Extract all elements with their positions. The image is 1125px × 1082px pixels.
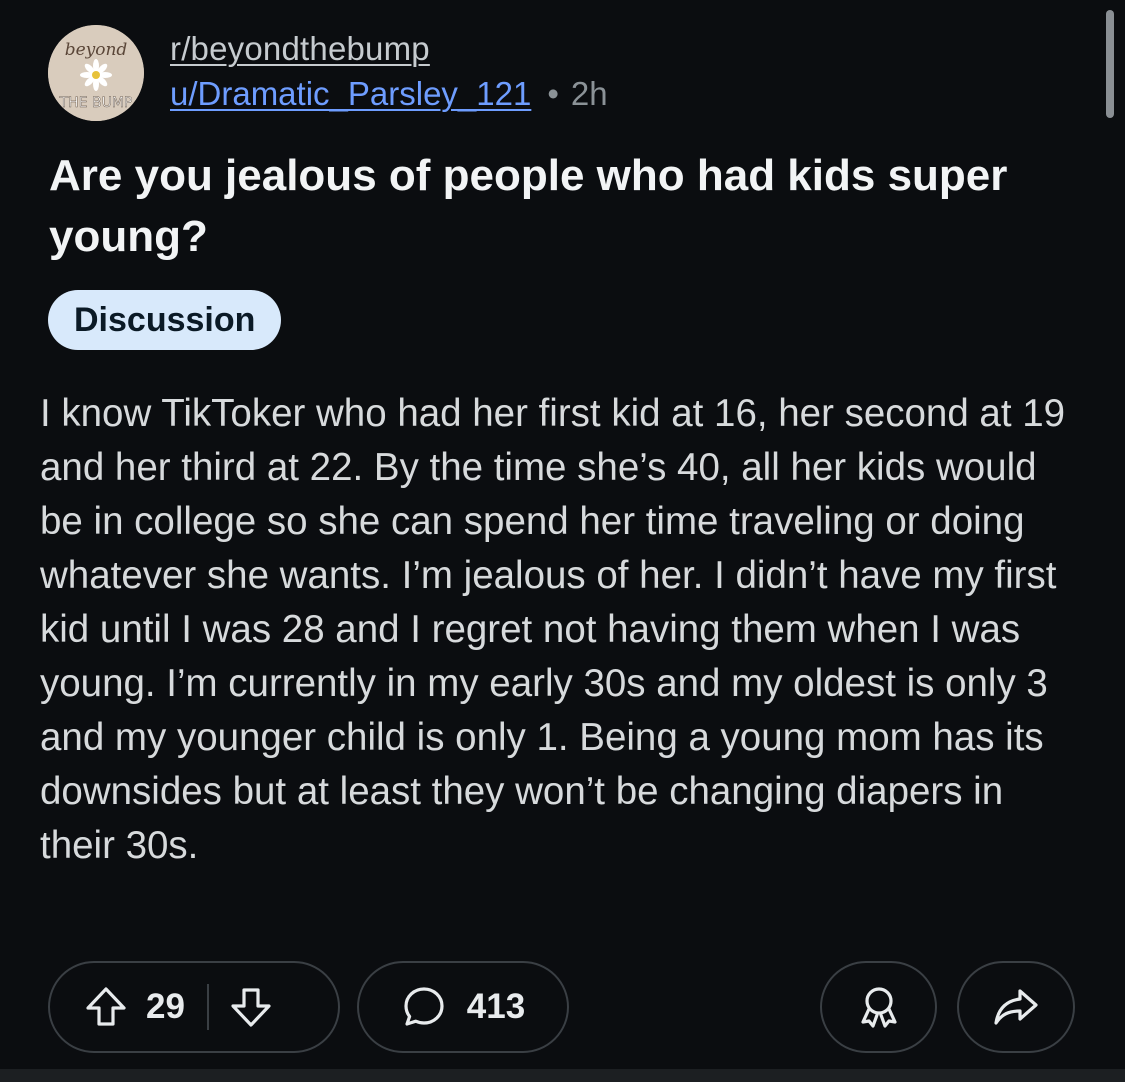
- post-card: beyond THE BUMP r/beyondthebump u/Dramat…: [0, 0, 1125, 1082]
- logo-lettering-bottom: THE BUMP: [59, 95, 133, 111]
- comments-button[interactable]: 413: [357, 961, 569, 1053]
- vote-bar: 29: [48, 961, 340, 1053]
- author-link[interactable]: u/Dramatic_Parsley_121: [170, 75, 531, 113]
- meta-separator: •: [547, 75, 559, 112]
- award-button[interactable]: [820, 961, 937, 1053]
- vote-score: 29: [146, 987, 185, 1026]
- share-arrow-icon: [994, 989, 1038, 1025]
- scrollbar[interactable]: [1106, 10, 1114, 118]
- subreddit-avatar[interactable]: beyond THE BUMP: [48, 25, 144, 121]
- post-body: I know TikToker who had her first kid at…: [40, 392, 1066, 867]
- comment-bubble-icon: [404, 987, 444, 1026]
- upvote-arrow-icon: [86, 987, 126, 1026]
- vote-divider: [206, 984, 209, 1030]
- post-meta: u/Dramatic_Parsley_121 • 2h: [170, 75, 608, 113]
- downvote-button[interactable]: [227, 983, 275, 1031]
- award-icon: [860, 987, 897, 1028]
- next-post-edge: [0, 1069, 1125, 1082]
- subreddit-link[interactable]: r/beyondthebump: [170, 30, 430, 68]
- comment-count: 413: [466, 987, 526, 1026]
- post-flair[interactable]: Discussion: [48, 290, 282, 350]
- upvote-button[interactable]: [82, 983, 130, 1031]
- logo-lettering-top: beyond: [65, 40, 128, 60]
- subreddit-logo-icon: beyond THE BUMP: [48, 25, 144, 121]
- post-title[interactable]: Are you jealous of people who had kids s…: [49, 145, 1069, 267]
- post-age: 2h: [570, 75, 608, 112]
- share-button[interactable]: [957, 961, 1075, 1053]
- downvote-arrow-icon: [231, 988, 271, 1027]
